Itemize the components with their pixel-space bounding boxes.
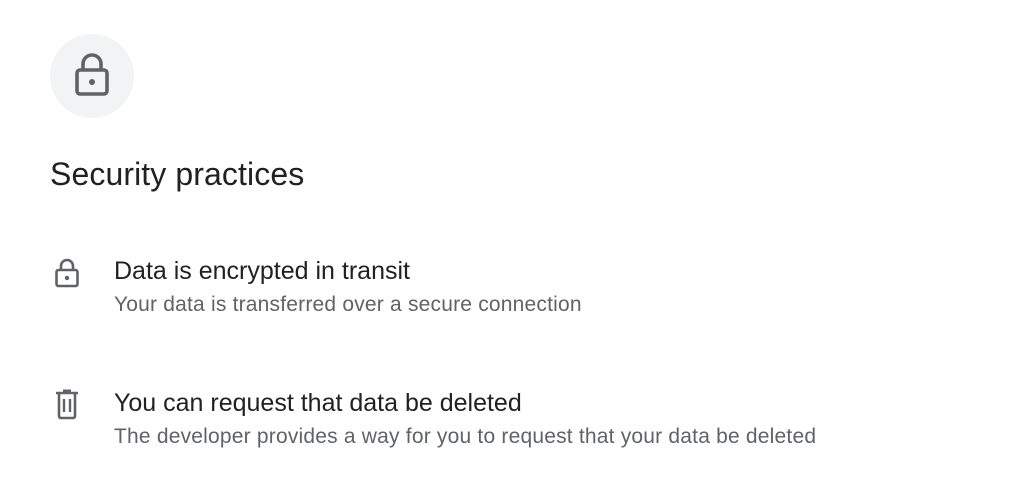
section-title: Security practices bbox=[50, 156, 305, 192]
practice-description: The developer provides a way for you to … bbox=[114, 425, 817, 448]
trash-icon bbox=[50, 387, 84, 421]
lock-icon bbox=[50, 255, 84, 289]
practice-title: You can request that data be deleted bbox=[114, 389, 522, 417]
security-badge bbox=[50, 34, 134, 118]
security-practices-section: Security practices Data is encrypted in … bbox=[0, 0, 1024, 500]
practice-title: Data is encrypted in transit bbox=[114, 257, 410, 285]
practice-description: Your data is transferred over a secure c… bbox=[114, 293, 582, 316]
practice-item-encrypted: Data is encrypted in transit Your data i… bbox=[50, 255, 990, 319]
practice-item-deletion: You can request that data be deleted The… bbox=[50, 387, 990, 451]
lock-icon bbox=[73, 51, 111, 102]
